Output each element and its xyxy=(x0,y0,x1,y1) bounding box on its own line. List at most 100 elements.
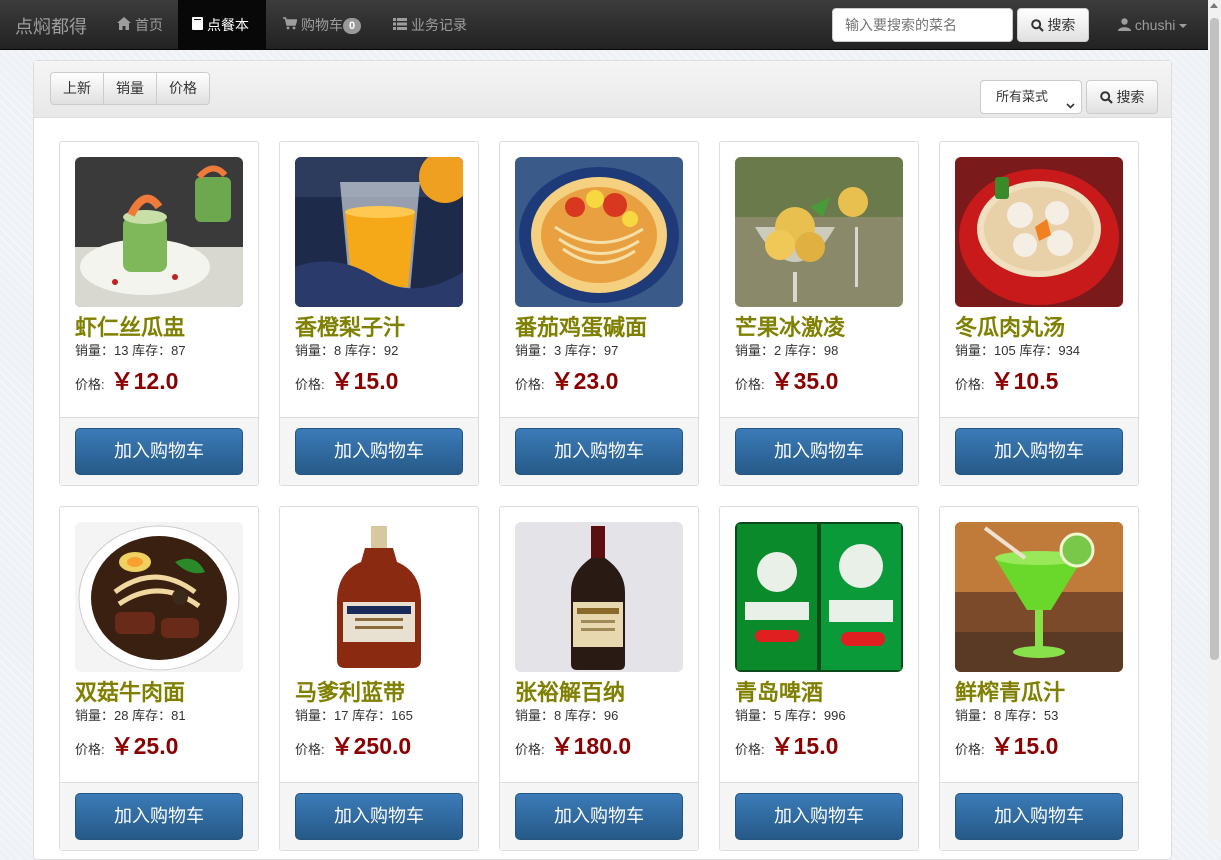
stock-label: 库存： xyxy=(352,708,392,723)
brand-logo[interactable]: 点焖都得 xyxy=(15,13,87,39)
category-search-button[interactable]: 搜索 xyxy=(1086,80,1158,114)
sales-label: 销量： xyxy=(735,343,775,358)
sort-button-group: 上新 销量 价格 xyxy=(50,72,210,105)
price-label: 价格: xyxy=(75,377,105,392)
price-label: 价格: xyxy=(295,742,325,757)
price-label: 价格: xyxy=(735,742,765,757)
dish-price-row: 价格: ￥10.5 xyxy=(955,362,1058,396)
nav-home[interactable]: 首页 xyxy=(103,0,177,50)
mango-icecream-image[interactable] xyxy=(735,157,903,307)
stock-label: 库存： xyxy=(784,343,824,358)
add-to-cart-button[interactable]: 加入购物车 xyxy=(295,793,463,840)
sales-value: 8 xyxy=(334,343,345,358)
dish-card: 马爹利蓝带 销量：17 库存：165 价格: ￥250.0 加入购物车 xyxy=(279,506,479,851)
stock-value: 53 xyxy=(1043,708,1059,723)
user-dropdown[interactable]: chushi xyxy=(1118,0,1188,50)
price-label: 价格: xyxy=(295,377,325,392)
wine-bottle-image[interactable] xyxy=(515,522,683,672)
dish-price-row: 价格: ￥250.0 xyxy=(295,727,411,761)
sales-label: 销量： xyxy=(75,343,115,358)
sales-label: 销量： xyxy=(955,708,995,723)
nav-business-records-label: 业务记录 xyxy=(411,17,467,33)
add-to-cart-button[interactable]: 加入购物车 xyxy=(515,793,683,840)
page-scrollbar[interactable] xyxy=(1208,0,1221,840)
dish-stats: 销量：28 库存：81 xyxy=(75,705,186,724)
stock-value: 996 xyxy=(823,708,846,723)
dish-stats: 销量：13 库存：87 xyxy=(75,340,186,359)
martell-bottle-image[interactable] xyxy=(295,522,463,672)
add-to-cart-button[interactable]: 加入购物车 xyxy=(295,428,463,475)
category-select[interactable]: 所有菜式 xyxy=(980,80,1082,114)
price-label: 价格: xyxy=(515,377,545,392)
sort-newest-button[interactable]: 上新 xyxy=(50,72,104,105)
stock-label: 库存： xyxy=(132,343,172,358)
stock-value: 98 xyxy=(823,343,839,358)
dish-search-input[interactable] xyxy=(832,8,1013,42)
stock-value: 165 xyxy=(391,708,413,723)
nav-search-button[interactable]: 搜索 xyxy=(1017,8,1089,42)
add-to-cart-button[interactable]: 加入购物车 xyxy=(955,793,1123,840)
scroll-up-icon[interactable] xyxy=(1210,3,1218,8)
cucumber-juice-image[interactable] xyxy=(955,522,1123,672)
dish-name[interactable]: 香橙梨子汁 xyxy=(295,310,405,342)
user-icon xyxy=(1118,17,1131,33)
dish-name[interactable]: 张裕解百纳 xyxy=(515,675,625,707)
dish-name[interactable]: 冬瓜肉丸汤 xyxy=(955,310,1065,342)
stock-label: 库存： xyxy=(344,343,384,358)
price-value: ￥35.0 xyxy=(770,368,839,394)
dish-card-footer: 加入购物车 xyxy=(500,417,698,485)
dish-card-footer: 加入购物车 xyxy=(940,417,1138,485)
stock-value: 81 xyxy=(171,708,186,723)
dish-name[interactable]: 芒果冰激凌 xyxy=(735,310,845,342)
dish-card: 芒果冰激凌 销量：2 库存：98 价格: ￥35.0 加入购物车 xyxy=(719,141,919,486)
price-label: 价格: xyxy=(515,742,545,757)
add-to-cart-button[interactable]: 加入购物车 xyxy=(955,428,1123,475)
nav-search-button-label: 搜索 xyxy=(1047,17,1076,33)
chevron-down-icon xyxy=(1066,90,1075,122)
sales-value: 3 xyxy=(554,343,565,358)
nav-business-records[interactable]: 业务记录 xyxy=(379,0,481,50)
beer-can-image[interactable] xyxy=(735,522,903,672)
user-name: chushi xyxy=(1134,17,1176,33)
price-value: ￥180.0 xyxy=(550,733,632,759)
tomato-egg-noodle-image[interactable] xyxy=(515,157,683,307)
shrimp-cucumber-image[interactable] xyxy=(75,157,243,307)
dish-name[interactable]: 虾仁丝瓜盅 xyxy=(75,310,185,342)
price-value: ￥15.0 xyxy=(330,368,399,394)
sales-label: 销量： xyxy=(955,343,995,358)
dish-name[interactable]: 鲜榨青瓜汁 xyxy=(955,675,1065,707)
sort-price-button[interactable]: 价格 xyxy=(156,72,210,105)
add-to-cart-button[interactable]: 加入购物车 xyxy=(75,428,243,475)
sales-value: 8 xyxy=(554,708,565,723)
sales-value: 17 xyxy=(334,708,353,723)
sales-label: 销量： xyxy=(515,343,555,358)
nav-cart[interactable]: 购物车 0 xyxy=(269,0,375,50)
dish-card-footer: 加入购物车 xyxy=(60,417,258,485)
dish-card: 青岛啤酒 销量：5 库存：996 价格: ￥15.0 加入购物车 xyxy=(719,506,919,851)
orange-juice-image[interactable] xyxy=(295,157,463,307)
add-to-cart-button[interactable]: 加入购物车 xyxy=(515,428,683,475)
add-to-cart-button[interactable]: 加入购物车 xyxy=(75,793,243,840)
price-value: ￥10.5 xyxy=(990,368,1059,394)
stock-value: 92 xyxy=(383,343,399,358)
add-to-cart-button[interactable]: 加入购物车 xyxy=(735,793,903,840)
category-selected-value: 所有菜式 xyxy=(996,89,1049,104)
dish-name[interactable]: 番茄鸡蛋碱面 xyxy=(515,310,647,342)
nav-cart-label: 购物车 xyxy=(301,17,343,33)
beef-noodle-image[interactable] xyxy=(75,522,243,672)
sort-sales-button[interactable]: 销量 xyxy=(103,72,157,105)
dish-name[interactable]: 马爹利蓝带 xyxy=(295,675,405,707)
nav-menu-book[interactable]: 点餐本 xyxy=(178,0,266,50)
dish-card-footer: 加入购物车 xyxy=(280,417,478,485)
sales-value: 13 xyxy=(114,343,133,358)
dish-name[interactable]: 青岛啤酒 xyxy=(735,675,823,707)
scroll-thumb[interactable] xyxy=(1210,18,1219,660)
sales-value: 2 xyxy=(774,343,785,358)
top-navbar: 点焖都得 首页 点餐本 购物车0 业务记录 搜索 chushi xyxy=(0,0,1208,50)
add-to-cart-button[interactable]: 加入购物车 xyxy=(735,428,903,475)
stock-label: 库存： xyxy=(1004,708,1044,723)
dish-stats: 销量：8 库存：96 xyxy=(515,705,618,724)
dish-name[interactable]: 双菇牛肉面 xyxy=(75,675,185,707)
meatball-soup-image[interactable] xyxy=(955,157,1123,307)
sales-label: 销量： xyxy=(515,708,555,723)
